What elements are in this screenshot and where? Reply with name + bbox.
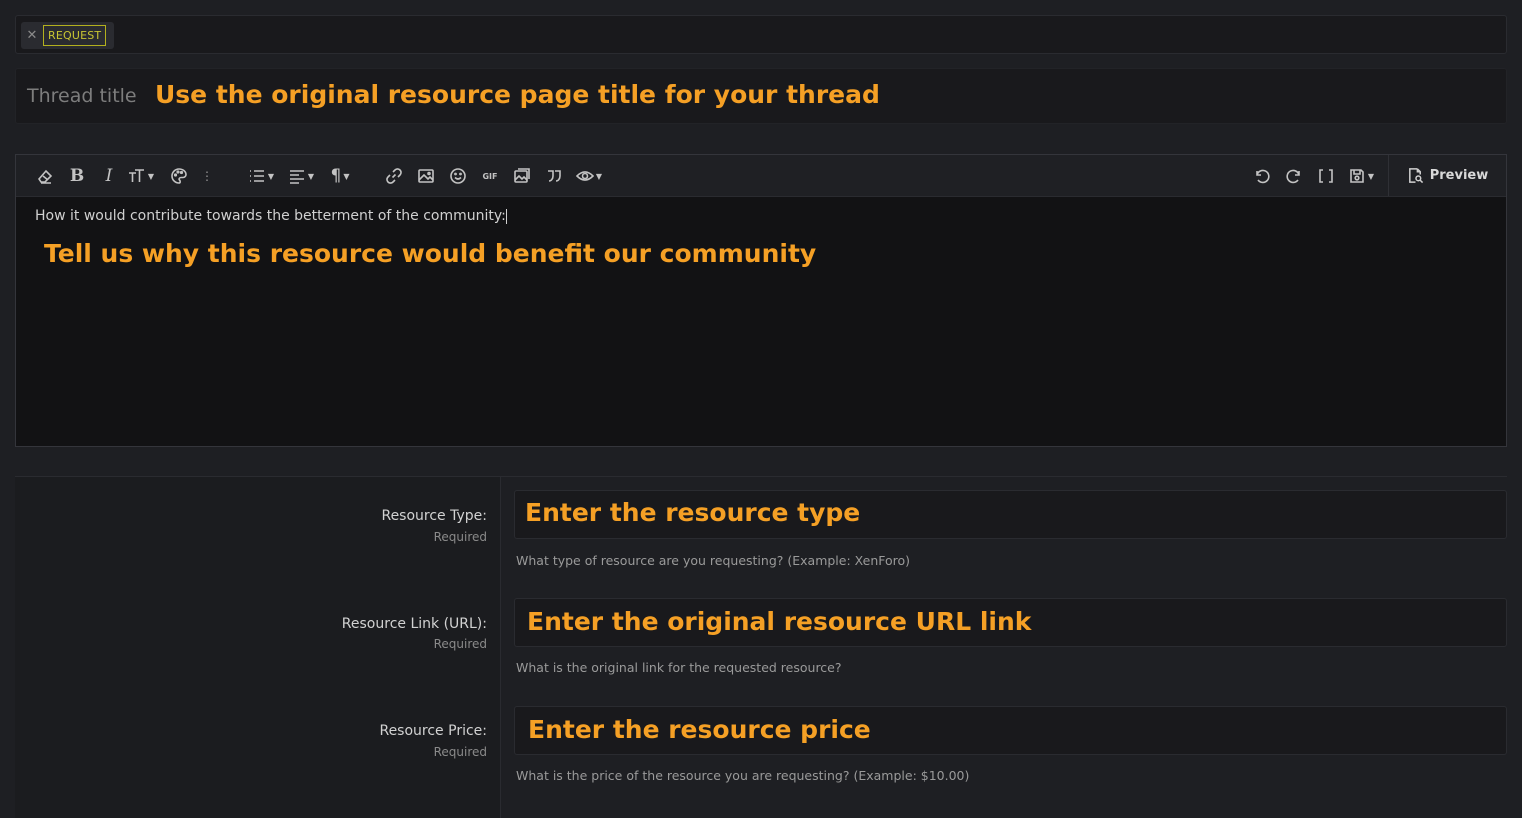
clear-formatting-icon[interactable]: [34, 164, 56, 188]
gif-icon[interactable]: GIF: [479, 164, 501, 188]
editor-annotation: Tell us why this resource would benefit …: [44, 239, 817, 268]
preview-button[interactable]: Preview: [1388, 155, 1506, 196]
resource-link-input[interactable]: Enter the original resource URL link: [514, 598, 1507, 647]
resource-type-annotation: Enter the resource type: [525, 498, 861, 527]
resource-price-input[interactable]: Enter the resource price: [514, 706, 1507, 755]
prefix-bar[interactable]: ✕ REQUEST: [15, 15, 1507, 54]
resource-price-required: Required: [433, 745, 487, 759]
resource-link-hint: What is the original link for the reques…: [516, 660, 842, 675]
font-size-icon[interactable]: ▼: [124, 164, 158, 188]
custom-fields-form: Resource Type: Required Enter the resour…: [15, 477, 1507, 818]
editor-content[interactable]: How it would contribute towards the bett…: [35, 208, 507, 224]
italic-icon[interactable]: I: [98, 164, 120, 188]
align-icon[interactable]: ▼: [286, 164, 316, 188]
thread-title-placeholder: Thread title: [27, 85, 137, 107]
resource-link-annotation: Enter the original resource URL link: [527, 607, 1032, 636]
list-icon[interactable]: ▼: [246, 164, 276, 188]
preview-icon: [1408, 168, 1423, 184]
thread-title-annotation: Use the original resource page title for…: [155, 80, 880, 109]
color-palette-icon[interactable]: [168, 164, 190, 188]
resource-link-label: Resource Link (URL):: [341, 616, 487, 632]
prefix-chip[interactable]: ✕ REQUEST: [21, 22, 114, 49]
image-icon[interactable]: [415, 164, 437, 188]
resource-type-hint: What type of resource are you requesting…: [516, 553, 911, 568]
bold-icon[interactable]: B: [66, 164, 88, 188]
resource-link-required: Required: [433, 637, 487, 651]
quote-icon[interactable]: [543, 164, 565, 188]
text-cursor: [505, 208, 507, 224]
more-options-icon[interactable]: ⋮: [200, 164, 214, 188]
undo-icon[interactable]: [1251, 164, 1273, 188]
redo-icon[interactable]: [1283, 164, 1305, 188]
link-icon[interactable]: [383, 164, 405, 188]
resource-type-input[interactable]: Enter the resource type: [514, 490, 1507, 539]
media-icon[interactable]: [511, 164, 533, 188]
prefix-label: REQUEST: [43, 25, 107, 46]
bbcode-toggle-icon[interactable]: [1315, 164, 1337, 188]
preview-label: Preview: [1429, 168, 1489, 183]
resource-price-hint: What is the price of the resource you ar…: [516, 768, 970, 783]
remove-prefix-icon[interactable]: ✕: [21, 28, 43, 43]
paragraph-icon[interactable]: ¶ ▼: [326, 164, 354, 188]
resource-price-annotation: Enter the resource price: [528, 715, 871, 744]
message-editor[interactable]: B I ▼ ⋮ ▼ ▼ ¶ ▼ GIF ▼ ▼ Preview How it w…: [15, 154, 1507, 447]
resource-price-label: Resource Price:: [379, 723, 487, 739]
editor-content-text: How it would contribute towards the bett…: [35, 208, 506, 224]
thread-title-input[interactable]: Thread title Use the original resource p…: [15, 68, 1507, 124]
paragraph-glyph: ¶: [330, 166, 342, 186]
drafts-save-icon[interactable]: ▼: [1345, 164, 1377, 188]
spoiler-eye-icon[interactable]: ▼: [573, 164, 605, 188]
field-label-column: [15, 477, 501, 818]
editor-toolbar: B I ▼ ⋮ ▼ ▼ ¶ ▼ GIF ▼ ▼ Preview: [16, 155, 1506, 197]
emoji-icon[interactable]: [447, 164, 469, 188]
resource-type-label: Resource Type:: [381, 508, 487, 524]
resource-type-required: Required: [433, 530, 487, 544]
